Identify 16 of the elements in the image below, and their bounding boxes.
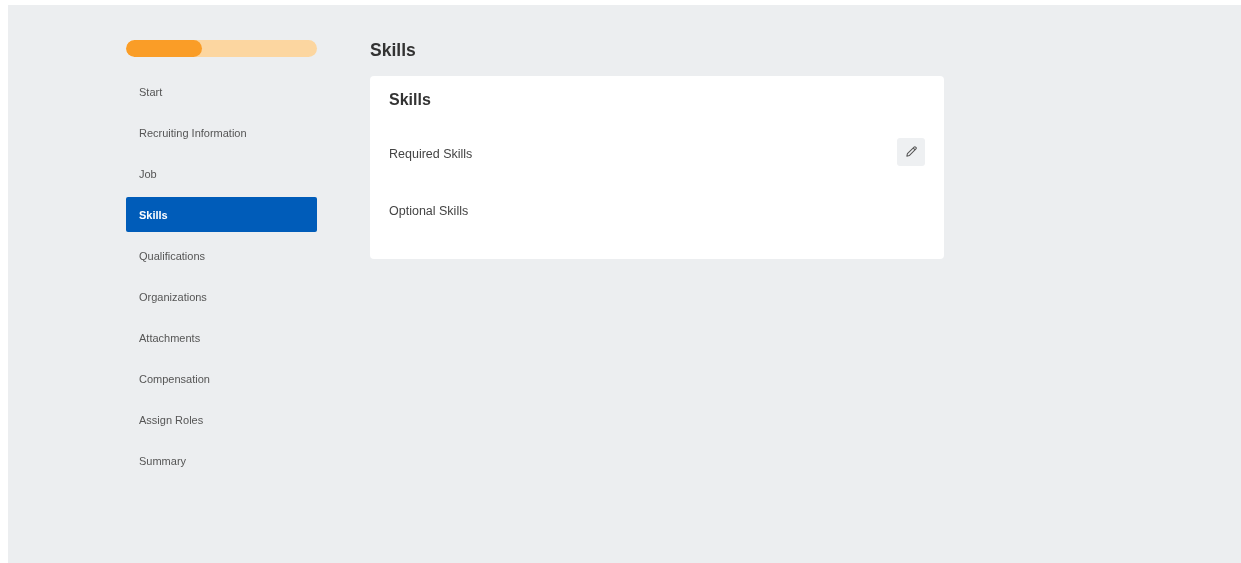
sidebar-item[interactable]: Assign Roles [126,402,317,437]
sidebar-item[interactable]: Job [126,156,317,191]
sidebar-item[interactable]: Attachments [126,320,317,355]
sidebar-item[interactable]: Recruiting Information [126,115,317,150]
sidebar-item[interactable]: Qualifications [126,238,317,273]
pencil-icon [904,145,918,158]
field-label: Required Skills [389,146,473,161]
sidebar-item[interactable]: Organizations [126,279,317,314]
sidebar-item[interactable]: Summary [126,443,317,478]
card-title: Skills [389,90,432,110]
edit-button[interactable] [897,137,925,166]
sidebar-item[interactable]: Compensation [126,361,317,396]
sidebar-item[interactable]: Start [126,74,317,109]
field-label: Optional Skills [389,203,469,218]
page-title: Skills [370,40,417,60]
sidebar-item[interactable]: Skills [126,197,317,232]
